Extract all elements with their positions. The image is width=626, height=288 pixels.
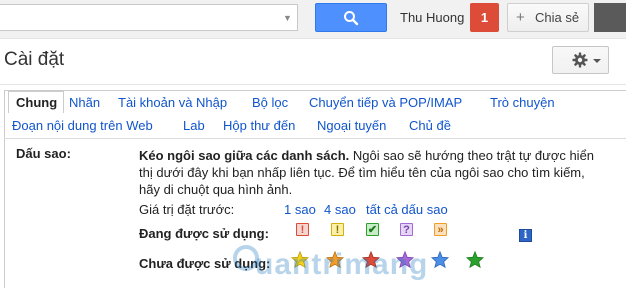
- green-star-icon[interactable]: [466, 251, 484, 268]
- watermark: uantrimang: [255, 248, 429, 281]
- purple-question-icon[interactable]: ?: [400, 223, 413, 236]
- page-title: Cài đặt: [4, 49, 65, 70]
- settings-tabs: Chung Nhãn Tài khoản và Nhập Bộ lọc Chuy…: [4, 90, 626, 138]
- tab-labels[interactable]: Nhãn: [69, 95, 100, 110]
- plus-icon: +: [516, 9, 525, 26]
- gear-icon: [572, 52, 588, 68]
- tab-forwarding-pop-imap[interactable]: Chuyển tiếp và POP/IMAP: [309, 95, 462, 110]
- blue-info-icon[interactable]: i: [519, 229, 532, 242]
- tab-chat[interactable]: Trò chuyện: [490, 95, 555, 110]
- notification-badge[interactable]: 1: [470, 3, 499, 32]
- preset-4-stars-link[interactable]: 4 sao: [324, 202, 356, 217]
- yellow-bang-icon[interactable]: !: [331, 223, 344, 236]
- tabs-divider: [4, 138, 626, 139]
- search-options-dropdown-icon[interactable]: ▼: [283, 13, 292, 23]
- tab-accounts-import[interactable]: Tài khoản và Nhập: [118, 95, 227, 110]
- search-button[interactable]: [315, 3, 387, 32]
- tab-labs[interactable]: Lab: [183, 118, 205, 133]
- share-button[interactable]: + Chia sẻ: [507, 3, 589, 32]
- tab-offline[interactable]: Ngoại tuyến: [317, 118, 386, 133]
- stars-description-bold: Kéo ngôi sao giữa các danh sách.: [139, 148, 350, 163]
- top-bar: ▼ Thu Huong 1 + Chia sẻ: [0, 0, 626, 39]
- red-bang-icon[interactable]: !: [296, 223, 309, 236]
- tab-general[interactable]: Chung: [8, 91, 65, 113]
- avatar[interactable]: [594, 3, 626, 32]
- presets-label: Giá trị đặt trước:: [139, 202, 235, 217]
- tab-filters[interactable]: Bộ lọc: [252, 95, 288, 110]
- user-name[interactable]: Thu Huong: [400, 10, 464, 25]
- header-divider: [0, 84, 626, 85]
- stars-description: Kéo ngôi sao giữa các danh sách. Ngôi sa…: [139, 147, 609, 198]
- settings-button[interactable]: [552, 46, 609, 74]
- chevron-down-icon: [593, 59, 601, 63]
- search-icon: [344, 11, 359, 26]
- tab-inbox[interactable]: Hộp thư đến: [223, 118, 295, 133]
- tab-themes[interactable]: Chủ đề: [409, 118, 451, 133]
- stars-setting-label: Dấu sao:: [16, 146, 71, 161]
- in-use-label: Đang được sử dụng:: [139, 226, 269, 241]
- green-check-icon[interactable]: ✔: [366, 223, 379, 236]
- share-label: Chia sẻ: [535, 10, 580, 25]
- tab-web-clips[interactable]: Đoạn nội dung trên Web: [12, 118, 153, 133]
- blue-star-icon[interactable]: [431, 251, 449, 268]
- search-input[interactable]: [0, 4, 298, 31]
- preset-1-star-link[interactable]: 1 sao: [284, 202, 316, 217]
- orange-guillemet-icon[interactable]: »: [434, 223, 447, 236]
- preset-all-stars-link[interactable]: tất cả dấu sao: [366, 202, 448, 217]
